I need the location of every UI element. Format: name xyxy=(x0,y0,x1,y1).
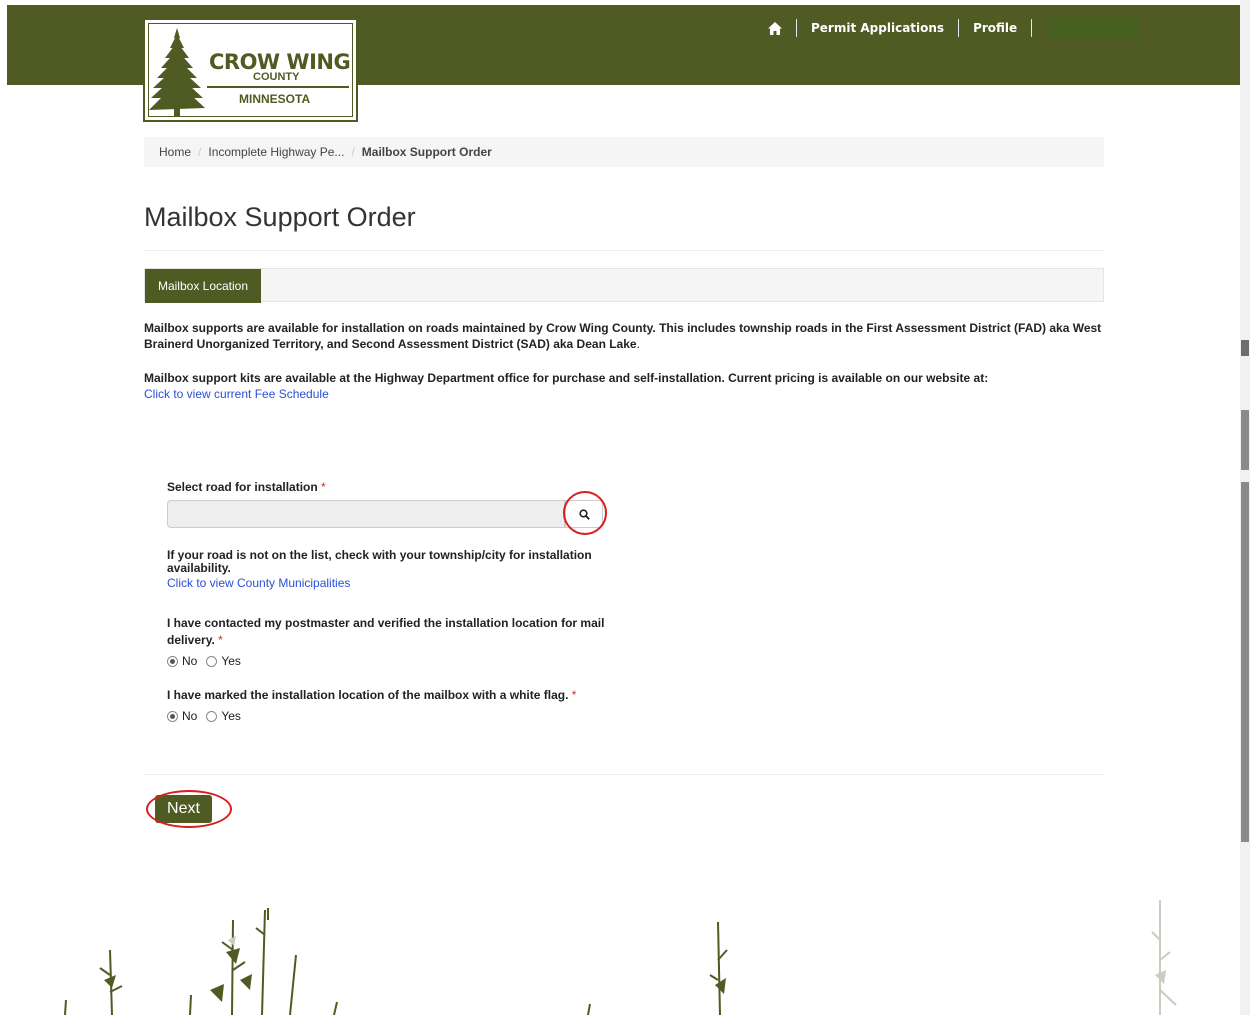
postmaster-label: I have contacted my postmaster and verif… xyxy=(167,615,604,648)
breadcrumb-incomplete-highway[interactable]: Incomplete Highway Pe... xyxy=(208,145,344,159)
county-logo[interactable]: CROW WING COUNTY MINNESOTA xyxy=(143,18,358,122)
required-marker: * xyxy=(571,688,577,702)
postmaster-label-line2-wrap: delivery. * xyxy=(167,632,604,648)
postmaster-label-line1: I have contacted my postmaster and verif… xyxy=(167,616,605,630)
nav-separator xyxy=(1031,19,1033,37)
tab-mailbox-location[interactable]: Mailbox Location xyxy=(145,269,261,303)
home-icon[interactable] xyxy=(760,21,796,35)
required-marker: * xyxy=(218,633,223,647)
intro-text-2: Mailbox support kits are available at th… xyxy=(144,371,989,385)
scrollbar-marker xyxy=(1241,340,1249,356)
radio-button[interactable] xyxy=(167,655,178,667)
logo-text-minnesota: MINNESOTA xyxy=(239,92,311,106)
breadcrumb: Home / Incomplete Highway Pe... / Mailbo… xyxy=(144,137,1104,167)
scrollbar-thumb[interactable] xyxy=(1241,410,1249,470)
postmaster-radio-group: No Yes xyxy=(167,654,250,668)
flag-label: I have marked the installation location … xyxy=(167,687,576,703)
title-divider xyxy=(144,250,1104,251)
postmaster-option-no[interactable]: No xyxy=(167,654,197,668)
postmaster-option-yes[interactable]: Yes xyxy=(206,654,241,668)
nav-profile[interactable]: Profile xyxy=(959,21,1031,35)
required-marker: * xyxy=(321,480,326,494)
flag-label-text: I have marked the installation location … xyxy=(167,688,569,702)
radio-button[interactable] xyxy=(206,710,218,722)
fee-schedule-link[interactable]: Click to view current Fee Schedule xyxy=(144,387,329,401)
pine-tree-icon xyxy=(149,28,205,116)
breadcrumb-home[interactable]: Home xyxy=(159,145,191,159)
logo-divider xyxy=(207,86,349,88)
form-divider xyxy=(144,774,1104,775)
intro-text-1-end: . xyxy=(636,337,640,351)
radio-button[interactable] xyxy=(206,655,218,667)
decorative-plants-footer xyxy=(64,900,1177,1015)
option-label: No xyxy=(182,654,198,668)
road-label: Select road for installation * xyxy=(167,479,326,495)
search-icon xyxy=(578,508,590,520)
postmaster-label-line2: delivery. xyxy=(167,633,215,647)
road-input[interactable] xyxy=(167,500,565,528)
option-label: Yes xyxy=(221,654,241,668)
road-label-text: Select road for installation xyxy=(167,480,318,494)
breadcrumb-current: Mailbox Support Order xyxy=(361,145,492,159)
breadcrumb-separator: / xyxy=(198,145,202,159)
intro-paragraph-2: Mailbox support kits are available at th… xyxy=(144,370,1104,402)
nav-permit-applications[interactable]: Permit Applications xyxy=(797,21,958,35)
scrollbar-thumb-lower[interactable] xyxy=(1241,482,1249,842)
breadcrumb-separator: / xyxy=(351,145,355,159)
flag-option-no[interactable]: No xyxy=(167,709,197,723)
logo-text-county: COUNTY xyxy=(253,71,300,83)
intro-text-1: Mailbox supports are available for insta… xyxy=(144,321,1102,351)
next-button[interactable]: Next xyxy=(155,795,212,823)
flag-option-yes[interactable]: Yes xyxy=(206,709,241,723)
top-nav: Permit Applications Profile xyxy=(760,17,1141,39)
page-title: Mailbox Support Order xyxy=(144,202,416,232)
option-label: No xyxy=(182,709,198,723)
radio-button[interactable] xyxy=(167,710,178,722)
intro-paragraph-1: Mailbox supports are available for insta… xyxy=(144,320,1104,352)
county-municipalities-link[interactable]: Click to view County Municipalities xyxy=(167,576,350,590)
nav-account-button[interactable] xyxy=(1047,17,1141,39)
option-label: Yes xyxy=(221,709,241,723)
flag-radio-group: No Yes xyxy=(167,709,250,723)
step-tabs: Mailbox Location xyxy=(144,268,1104,303)
road-search-button[interactable] xyxy=(565,500,603,528)
road-help-text: If your road is not on the list, check w… xyxy=(167,548,592,575)
